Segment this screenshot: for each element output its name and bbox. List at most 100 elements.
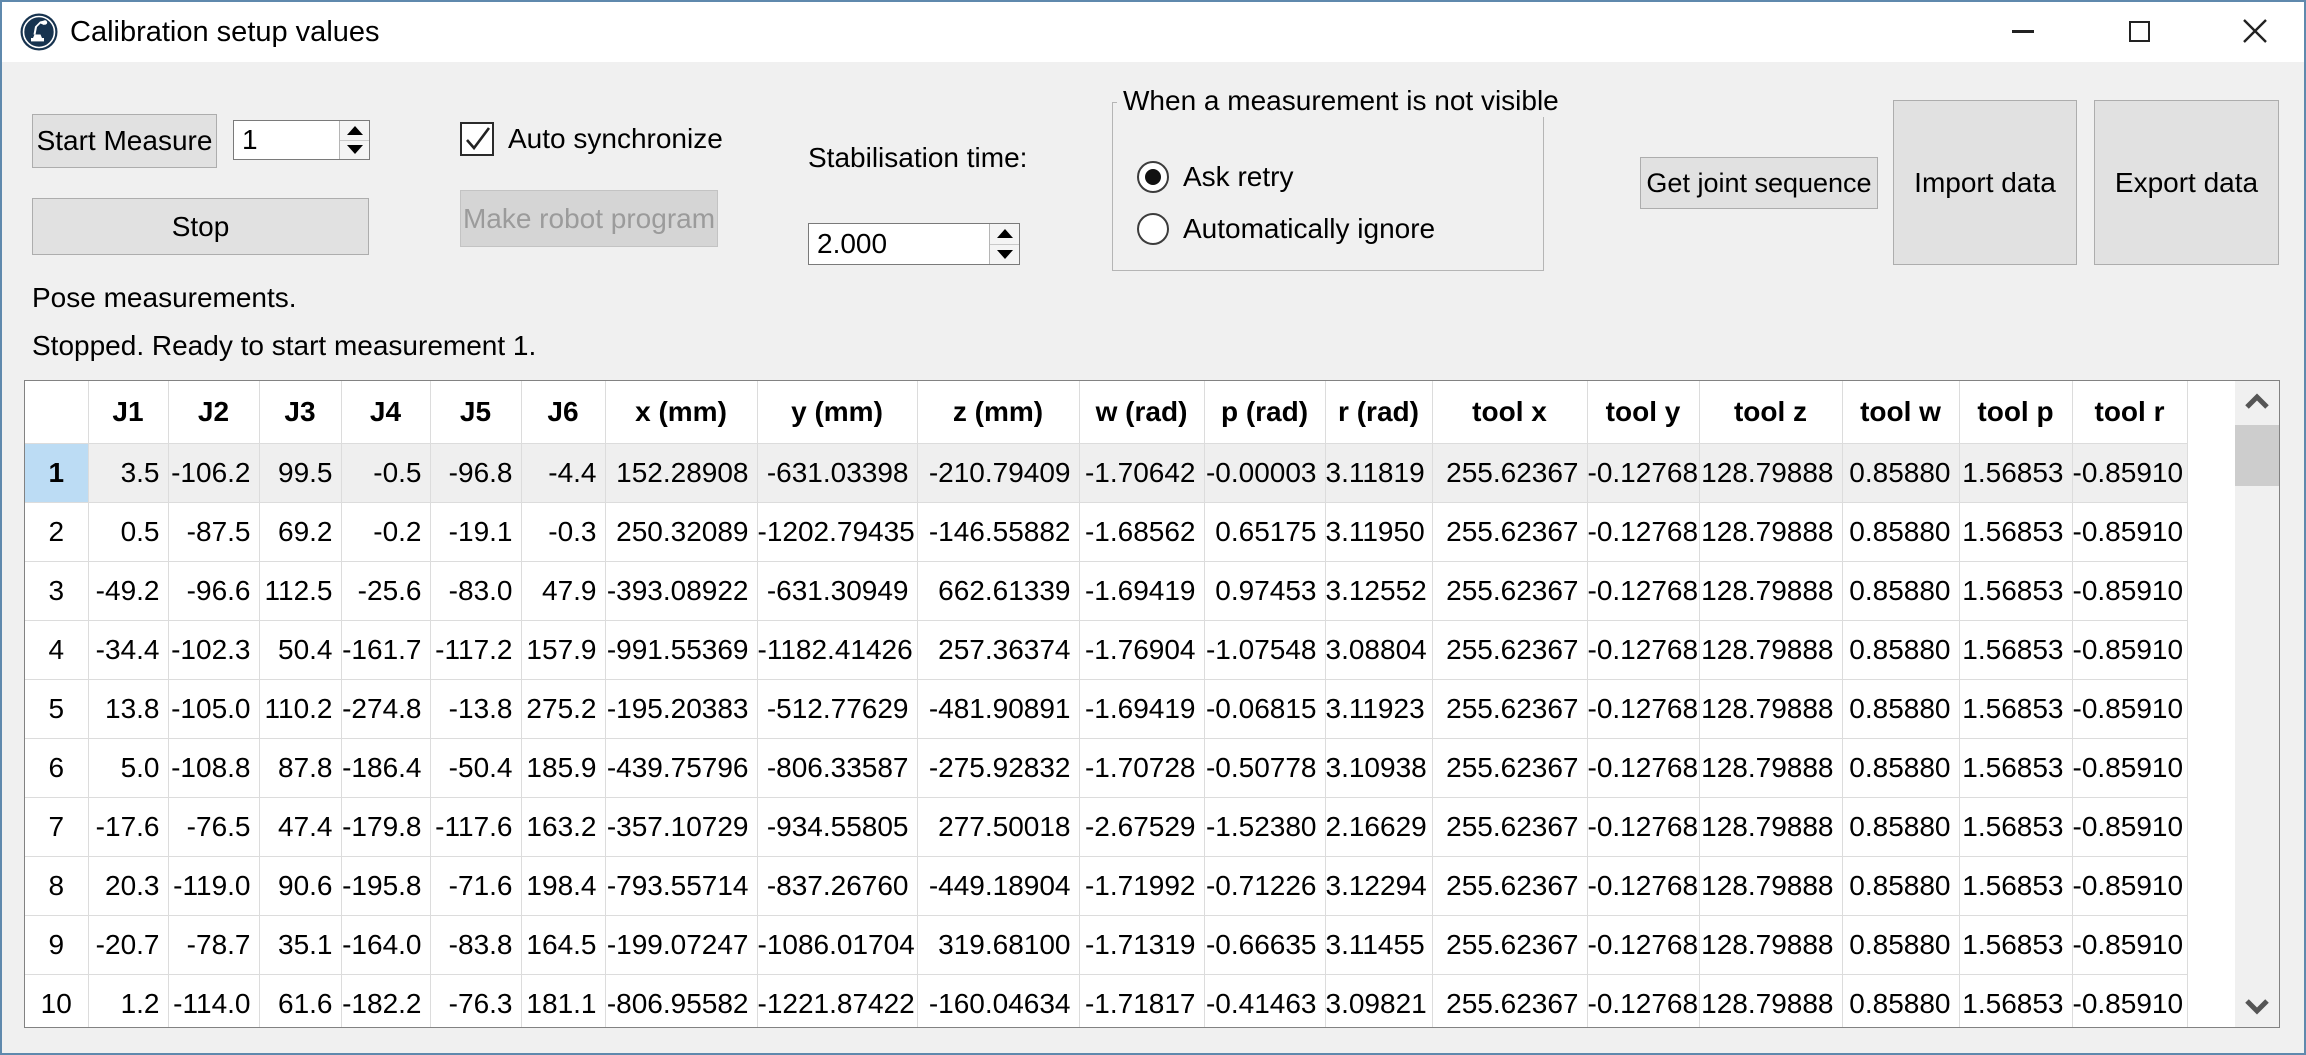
cell[interactable]: 128.79888 <box>1699 797 1842 856</box>
auto-synchronize-checkbox[interactable]: Auto synchronize <box>460 122 723 156</box>
cell[interactable]: -96.6 <box>168 561 259 620</box>
row-header[interactable]: 9 <box>25 915 88 974</box>
cell[interactable]: 198.4 <box>521 856 605 915</box>
cell[interactable]: 1.2 <box>88 974 168 1028</box>
cell[interactable]: -0.85910 <box>2072 502 2187 561</box>
cell[interactable]: -2.67529 <box>1079 797 1204 856</box>
cell[interactable]: -186.4 <box>341 738 430 797</box>
measure-count-spinbox[interactable]: 1 <box>233 120 370 160</box>
cell[interactable]: -512.77629 <box>757 679 917 738</box>
cell[interactable]: 0.85880 <box>1842 974 1959 1028</box>
cell[interactable]: 152.28908 <box>605 443 757 502</box>
spin-down-button[interactable] <box>340 141 369 160</box>
cell[interactable]: -1.71319 <box>1079 915 1204 974</box>
cell[interactable]: 13.8 <box>88 679 168 738</box>
measure-count-value[interactable]: 1 <box>234 121 339 159</box>
cell[interactable]: -0.00003 <box>1204 443 1325 502</box>
column-header-J3[interactable]: J3 <box>259 381 341 443</box>
cell[interactable]: -4.4 <box>521 443 605 502</box>
cell[interactable]: -179.8 <box>341 797 430 856</box>
cell[interactable]: 128.79888 <box>1699 620 1842 679</box>
cell[interactable]: 255.62367 <box>1432 679 1587 738</box>
cell[interactable]: -0.85910 <box>2072 974 2187 1028</box>
get-joint-sequence-button[interactable]: Get joint sequence <box>1640 157 1878 209</box>
cell[interactable]: -0.41463 <box>1204 974 1325 1028</box>
checkbox-box[interactable] <box>460 122 494 156</box>
column-header-z-mm-[interactable]: z (mm) <box>917 381 1079 443</box>
corner-header[interactable] <box>25 381 88 443</box>
column-header-J1[interactable]: J1 <box>88 381 168 443</box>
scroll-thumb[interactable] <box>2235 425 2279 486</box>
cell[interactable]: -0.5 <box>341 443 430 502</box>
cell[interactable]: -1086.01704 <box>757 915 917 974</box>
cell[interactable]: 0.85880 <box>1842 443 1959 502</box>
cell[interactable]: 20.3 <box>88 856 168 915</box>
cell[interactable]: -0.12768 <box>1587 974 1699 1028</box>
cell[interactable]: -34.4 <box>88 620 168 679</box>
cell[interactable]: 0.97453 <box>1204 561 1325 620</box>
close-button[interactable] <box>2220 2 2290 60</box>
cell[interactable]: -481.90891 <box>917 679 1079 738</box>
cell[interactable]: -806.95582 <box>605 974 757 1028</box>
cell[interactable]: 90.6 <box>259 856 341 915</box>
cell[interactable]: 255.62367 <box>1432 620 1587 679</box>
cell[interactable]: -1.07548 <box>1204 620 1325 679</box>
cell[interactable]: 255.62367 <box>1432 797 1587 856</box>
row-header[interactable]: 7 <box>25 797 88 856</box>
cell[interactable]: -0.3 <box>521 502 605 561</box>
cell[interactable]: -96.8 <box>430 443 521 502</box>
cell[interactable]: 99.5 <box>259 443 341 502</box>
cell[interactable]: -1.68562 <box>1079 502 1204 561</box>
cell[interactable]: 277.50018 <box>917 797 1079 856</box>
column-header-J2[interactable]: J2 <box>168 381 259 443</box>
cell[interactable]: 3.11950 <box>1325 502 1432 561</box>
cell[interactable]: -0.85910 <box>2072 738 2187 797</box>
cell[interactable]: 255.62367 <box>1432 738 1587 797</box>
cell[interactable]: -146.55882 <box>917 502 1079 561</box>
cell[interactable]: -991.55369 <box>605 620 757 679</box>
column-header-tool-r[interactable]: tool r <box>2072 381 2187 443</box>
cell[interactable]: 3.09821 <box>1325 974 1432 1028</box>
cell[interactable]: 5.0 <box>88 738 168 797</box>
cell[interactable]: 164.5 <box>521 915 605 974</box>
cell[interactable]: -275.92832 <box>917 738 1079 797</box>
column-header-J4[interactable]: J4 <box>341 381 430 443</box>
cell[interactable]: -87.5 <box>168 502 259 561</box>
cell[interactable]: 87.8 <box>259 738 341 797</box>
scroll-up-button[interactable] <box>2235 381 2279 421</box>
cell[interactable]: -1.70642 <box>1079 443 1204 502</box>
cell[interactable]: -13.8 <box>430 679 521 738</box>
cell[interactable]: 0.65175 <box>1204 502 1325 561</box>
cell[interactable]: 0.85880 <box>1842 561 1959 620</box>
column-header-tool-x[interactable]: tool x <box>1432 381 1587 443</box>
cell[interactable]: -50.4 <box>430 738 521 797</box>
cell[interactable]: 255.62367 <box>1432 915 1587 974</box>
cell[interactable]: -119.0 <box>168 856 259 915</box>
cell[interactable]: -164.0 <box>341 915 430 974</box>
radio-circle-icon[interactable] <box>1137 161 1169 193</box>
cell[interactable]: 275.2 <box>521 679 605 738</box>
cell[interactable]: -0.85910 <box>2072 443 2187 502</box>
cell[interactable]: -210.79409 <box>917 443 1079 502</box>
row-header[interactable]: 1 <box>25 443 88 502</box>
column-header-x-mm-[interactable]: x (mm) <box>605 381 757 443</box>
cell[interactable]: 319.68100 <box>917 915 1079 974</box>
cell[interactable]: -1.70728 <box>1079 738 1204 797</box>
cell[interactable]: 3.10938 <box>1325 738 1432 797</box>
cell[interactable]: 1.56853 <box>1959 561 2072 620</box>
cell[interactable]: 250.32089 <box>605 502 757 561</box>
cell[interactable]: 0.85880 <box>1842 797 1959 856</box>
cell[interactable]: -17.6 <box>88 797 168 856</box>
cell[interactable]: 1.56853 <box>1959 738 2072 797</box>
cell[interactable]: 3.08804 <box>1325 620 1432 679</box>
cell[interactable]: 50.4 <box>259 620 341 679</box>
cell[interactable]: -20.7 <box>88 915 168 974</box>
vertical-scrollbar[interactable] <box>2235 381 2279 1027</box>
cell[interactable]: 157.9 <box>521 620 605 679</box>
cell[interactable]: -0.06815 <box>1204 679 1325 738</box>
cell[interactable]: -0.50778 <box>1204 738 1325 797</box>
spin-up-button[interactable] <box>990 224 1019 245</box>
cell[interactable]: -49.2 <box>88 561 168 620</box>
cell[interactable]: 128.79888 <box>1699 561 1842 620</box>
row-header[interactable]: 5 <box>25 679 88 738</box>
